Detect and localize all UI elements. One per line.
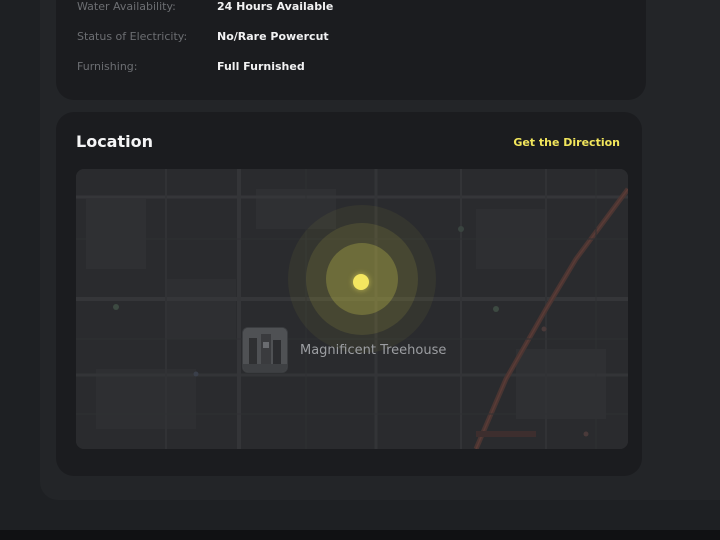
place-thumbnail — [242, 327, 288, 373]
page-footer-strip — [0, 530, 720, 540]
detail-value: Full Furnished — [217, 60, 305, 73]
location-map[interactable]: Magnificent Treehouse — [76, 169, 628, 449]
place-marker[interactable]: Magnificent Treehouse — [242, 327, 446, 373]
get-direction-link[interactable]: Get the Direction — [513, 136, 620, 149]
location-card: Location Get the Direction Magnificent T… — [56, 112, 642, 476]
treehouse-image-icon — [243, 328, 287, 372]
property-details-card — [56, 0, 646, 100]
location-title: Location — [76, 132, 153, 151]
detail-label: Water Availability: — [77, 0, 176, 13]
detail-label: Status of Electricity: — [77, 30, 188, 43]
detail-value: No/Rare Powercut — [217, 30, 329, 43]
detail-label: Furnishing: — [77, 60, 138, 73]
location-pin-icon[interactable] — [353, 274, 369, 290]
detail-value: 24 Hours Available — [217, 0, 334, 13]
place-name: Magnificent Treehouse — [300, 342, 447, 358]
